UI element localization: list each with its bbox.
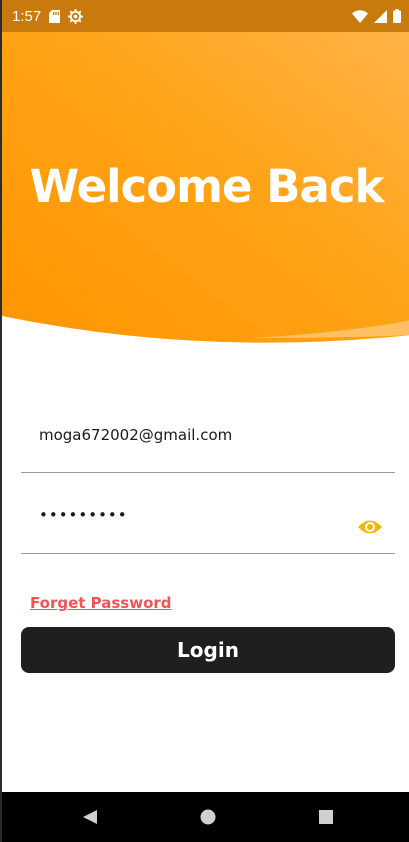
page-title: Welcome Back [29, 160, 385, 213]
login-button[interactable]: Login [21, 627, 395, 673]
recents-icon[interactable] [317, 809, 335, 825]
forget-password-link[interactable]: Forget Password [30, 594, 172, 612]
signal-icon [374, 9, 387, 23]
settings-icon [68, 8, 84, 24]
login-screen: 1:57 Welcome Back moga672002@gmail.com •… [0, 0, 409, 842]
status-bar: 1:57 [2, 0, 409, 32]
eye-icon[interactable] [357, 518, 383, 536]
home-icon[interactable] [199, 809, 217, 825]
email-value: moga672002@gmail.com [39, 426, 233, 444]
system-nav-bar [2, 792, 409, 842]
password-field[interactable]: ••••••••• [21, 490, 395, 554]
email-field[interactable]: moga672002@gmail.com [21, 410, 395, 473]
status-time: 1:57 [12, 7, 42, 25]
back-icon[interactable] [81, 809, 99, 825]
sd-card-icon [49, 9, 61, 23]
password-value: ••••••••• [39, 506, 128, 524]
battery-icon [393, 9, 401, 23]
wifi-icon [352, 9, 368, 23]
